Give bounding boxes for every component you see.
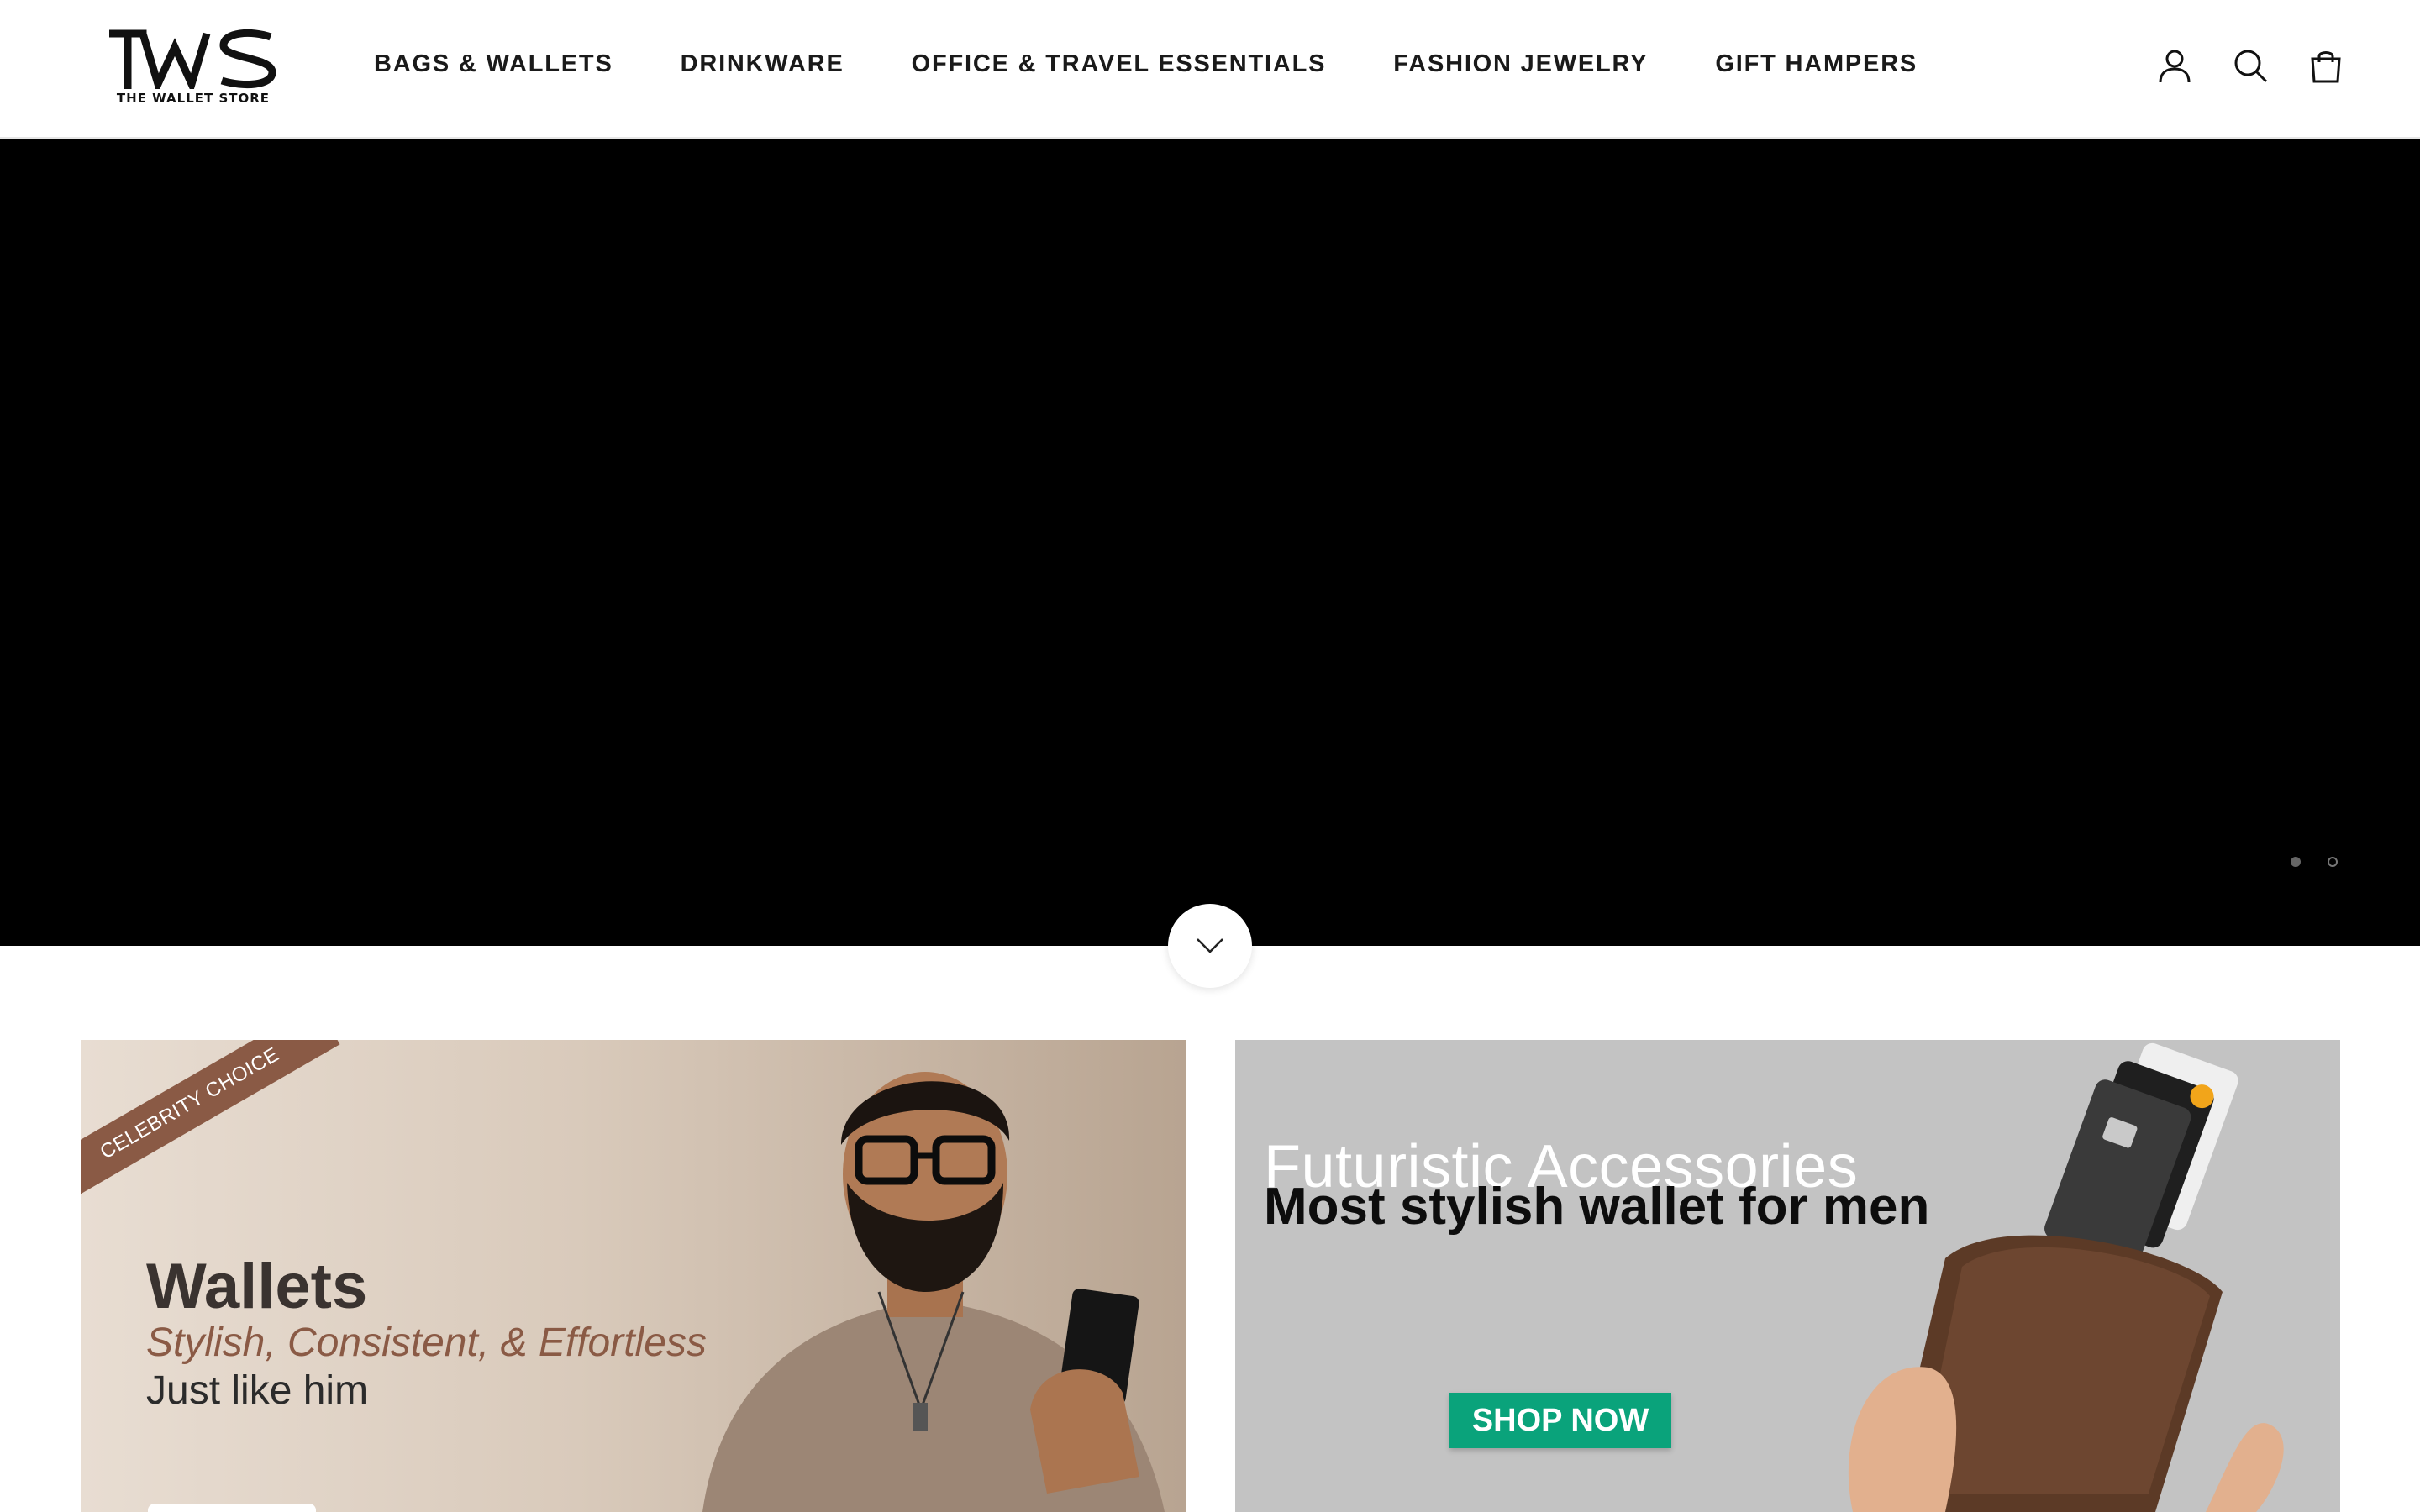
shop-now-button[interactable]: SHOP NOW [1449, 1393, 1671, 1448]
celebrity-model-image [702, 1072, 1165, 1512]
promo-title: Wallets [146, 1251, 368, 1322]
nav-office-travel[interactable]: OFFICE & TRAVEL ESSENTIALS [912, 50, 1327, 78]
promo-subtitle: Stylish, Consistent, & Effortless [146, 1320, 707, 1365]
nav-drinkware[interactable]: DRINKWARE [681, 50, 844, 78]
scroll-down-button[interactable] [1168, 904, 1252, 988]
promo-button-partial[interactable] [148, 1504, 316, 1512]
promo-card-futuristic[interactable]: Futuristic Accessories Most stylish wall… [1235, 1040, 2340, 1512]
nav-fashion-jewelry[interactable]: FASHION JEWELRY [1393, 50, 1648, 78]
ribbon-label: CELEBRITY CHOICE [96, 1042, 283, 1164]
promo-tagline: Just like him [146, 1368, 369, 1413]
hero-slideshow [0, 139, 2420, 946]
slide-dots [2291, 857, 2338, 867]
nav-bags-wallets[interactable]: BAGS & WALLETS [374, 50, 613, 78]
logo-subtitle: THE WALLET STORE [116, 91, 271, 106]
site-logo[interactable]: THE WALLET STORE [109, 29, 277, 108]
slide-dot-2[interactable] [2328, 857, 2338, 867]
promo-subtitle: Most stylish wallet for men [1264, 1178, 1930, 1236]
cart-icon[interactable] [2307, 47, 2344, 84]
nav-gift-hampers[interactable]: GIFT HAMPERS [1715, 50, 1918, 78]
slide-dot-1[interactable] [2291, 857, 2301, 867]
celebrity-choice-ribbon: CELEBRITY CHOICE [81, 1040, 340, 1205]
header-actions [2156, 47, 2344, 84]
chevron-down-icon [1197, 938, 1223, 953]
card-wallet-image [1848, 1042, 2284, 1512]
main-nav: BAGS & WALLETS DRINKWARE OFFICE & TRAVEL… [374, 50, 1918, 78]
site-header: THE WALLET STORE BAGS & WALLETS DRINKWAR… [0, 0, 2420, 139]
search-icon[interactable] [2232, 47, 2269, 84]
logo-mark [109, 29, 276, 89]
account-icon[interactable] [2156, 47, 2193, 84]
promo-card-wallets[interactable]: CELEBRITY CHOICE Wallets Stylish, Consis… [81, 1040, 1186, 1512]
